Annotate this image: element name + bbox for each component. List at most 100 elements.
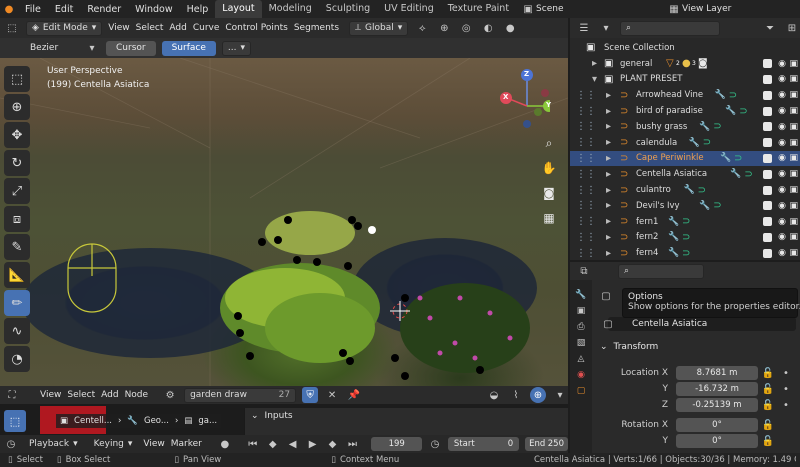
start-frame-field[interactable]: Start 0: [447, 437, 520, 451]
lock-icon[interactable]: 🔓: [760, 381, 776, 397]
cursor-button[interactable]: Cursor: [106, 40, 156, 56]
world-tab-icon[interactable]: ◉: [577, 370, 585, 380]
render-camera-icon[interactable]: ▣: [789, 232, 798, 242]
outliner-item[interactable]: ⋮⋮ ▸ ⊃ culantro 🔧 ⊃ ◉ ▣: [570, 182, 800, 198]
node-editor-type-icon[interactable]: ⛶: [4, 387, 20, 403]
eye-icon[interactable]: ◉: [778, 106, 786, 116]
checkbox-icon[interactable]: [763, 169, 772, 179]
filter-icon[interactable]: ⏷: [762, 20, 778, 36]
object-tab-icon[interactable]: ▢: [577, 386, 586, 396]
measure-icon[interactable]: 📐: [4, 262, 30, 288]
breadcrumb-item[interactable]: Geo...: [144, 416, 169, 426]
eye-icon[interactable]: ◉: [778, 201, 786, 211]
lock-icon[interactable]: 🔓: [760, 417, 776, 433]
timeline-menu-marker[interactable]: Marker: [171, 439, 202, 449]
checkbox-icon[interactable]: [763, 217, 772, 227]
expand-arrow-icon[interactable]: ▸: [606, 121, 611, 132]
menu-control-points[interactable]: Control Points: [225, 23, 287, 33]
node-tree-icon[interactable]: ⚙: [162, 387, 178, 403]
checkbox-icon[interactable]: [763, 248, 772, 258]
render-camera-icon[interactable]: ▣: [789, 59, 798, 69]
proportional-icon[interactable]: ◎: [458, 20, 474, 36]
pan-hand-icon[interactable]: ✋: [538, 157, 560, 179]
tab-layout[interactable]: Layout: [215, 0, 262, 18]
expand-arrow-icon[interactable]: ▸: [606, 216, 611, 227]
node-menu-view[interactable]: View: [40, 390, 61, 400]
outliner-item[interactable]: ⋮⋮ ▸ ⊃ bird of paradise 🔧 ⊃ ◉ ▣: [570, 103, 800, 119]
cursor-icon[interactable]: ⊕: [4, 94, 30, 120]
properties-type-icon[interactable]: ⧉: [576, 263, 592, 279]
pivot-icon[interactable]: ⟡: [414, 20, 430, 36]
animate-dot-icon[interactable]: •: [778, 397, 794, 413]
pen-icon[interactable]: ∿: [4, 318, 30, 344]
node-menu-node[interactable]: Node: [125, 390, 149, 400]
render-camera-icon[interactable]: ▣: [789, 248, 798, 258]
eye-icon[interactable]: ◉: [778, 169, 786, 179]
record-icon[interactable]: ●: [218, 436, 232, 452]
node-canvas[interactable]: ⬚ ▣ Centell... › 🔧 Geo... › ▤ ga... ⌄ In…: [0, 404, 568, 435]
lock-icon[interactable]: 🔓: [760, 365, 776, 381]
timeline-menu-view[interactable]: View: [143, 439, 164, 449]
next-keyframe-icon[interactable]: ◆: [326, 436, 340, 452]
menu-file[interactable]: File: [18, 4, 48, 15]
render-camera-icon[interactable]: ▣: [789, 74, 798, 84]
eye-icon[interactable]: ◉: [778, 74, 786, 84]
expand-arrow-icon[interactable]: ▸: [606, 232, 611, 243]
eye-icon[interactable]: ◉: [778, 185, 786, 195]
menu-select[interactable]: Select: [136, 23, 164, 33]
close-icon[interactable]: ✕: [324, 387, 340, 403]
outliner-item[interactable]: ⋮⋮ ▸ ⊃ Arrowhead Vine 🔧 ⊃ ◉ ▣: [570, 87, 800, 103]
checkbox-icon[interactable]: [763, 153, 772, 163]
tab-sculpting[interactable]: Sculpting: [319, 0, 377, 18]
outliner-collection-general[interactable]: ▸ ▣ general ▽ 2 ● 3 ◙ ◉ ▣: [570, 56, 800, 72]
checkbox-icon[interactable]: [763, 185, 772, 195]
surface-button[interactable]: Surface: [161, 40, 216, 56]
location-z-field[interactable]: -0.25139 m: [676, 398, 758, 412]
expand-arrow-icon[interactable]: ▾: [592, 74, 597, 85]
lock-icon[interactable]: 🔓: [760, 397, 776, 413]
expand-arrow-icon[interactable]: ▸: [592, 58, 597, 69]
scene-tab-icon[interactable]: ◬: [578, 354, 585, 364]
view-layer-icon[interactable]: ▦: [666, 1, 682, 17]
menu-render[interactable]: Render: [80, 4, 128, 15]
expand-arrow-icon[interactable]: ▸: [606, 153, 611, 164]
scene-icon[interactable]: ▣: [520, 1, 536, 17]
scale-icon[interactable]: ⤢: [4, 178, 30, 204]
properties-search-input[interactable]: ⌕: [618, 263, 704, 279]
blender-logo-icon[interactable]: ●: [0, 1, 18, 17]
eye-icon[interactable]: ◉: [778, 90, 786, 100]
checkbox-icon[interactable]: [763, 138, 772, 148]
render-camera-icon[interactable]: ▣: [789, 106, 798, 116]
end-frame-field[interactable]: End 250: [525, 437, 568, 451]
rotate-icon[interactable]: ↻: [4, 150, 30, 176]
render-camera-icon[interactable]: ▣: [789, 169, 798, 179]
camera-icon[interactable]: ◙: [538, 182, 560, 204]
shading-icon[interactable]: ●: [502, 20, 518, 36]
tab-uv-editing[interactable]: UV Editing: [377, 0, 441, 18]
view-layer-name[interactable]: View Layer: [682, 4, 800, 14]
eye-icon[interactable]: ◉: [778, 138, 786, 148]
checkbox-icon[interactable]: [763, 232, 772, 242]
render-camera-icon[interactable]: ▣: [789, 138, 798, 148]
eye-icon[interactable]: ◉: [778, 232, 786, 242]
breadcrumb-item[interactable]: Centell...: [74, 416, 112, 426]
tab-modeling[interactable]: Modeling: [262, 0, 319, 18]
radius-icon[interactable]: ◔: [4, 346, 30, 372]
current-frame-field[interactable]: 199: [371, 437, 422, 451]
expand-arrow-icon[interactable]: ▸: [606, 169, 611, 180]
render-camera-icon[interactable]: ▣: [789, 122, 798, 132]
menu-segments[interactable]: Segments: [294, 23, 339, 33]
draw-icon[interactable]: ✏: [4, 290, 30, 316]
location-x-field[interactable]: 8.7681 m: [676, 366, 758, 380]
play-reverse-icon[interactable]: ◀: [286, 436, 300, 452]
outliner-item[interactable]: ⋮⋮ ▸ ⊃ fern2 🔧 ⊃ ◉ ▣: [570, 230, 800, 246]
expand-arrow-icon[interactable]: ▸: [606, 90, 611, 101]
checkbox-icon[interactable]: [763, 74, 772, 84]
node-menu-add[interactable]: Add: [101, 390, 118, 400]
tweak-tool-icon[interactable]: ⬚: [4, 410, 26, 432]
menu-add[interactable]: Add: [169, 23, 186, 33]
animate-dot-icon[interactable]: •: [778, 381, 794, 397]
snap-toggle-icon[interactable]: ⌇: [508, 387, 524, 403]
menu-view[interactable]: View: [108, 23, 129, 33]
outliner-item[interactable]: ⋮⋮ ▸ ⊃ calendula 🔧 ⊃ ◉ ▣: [570, 135, 800, 151]
